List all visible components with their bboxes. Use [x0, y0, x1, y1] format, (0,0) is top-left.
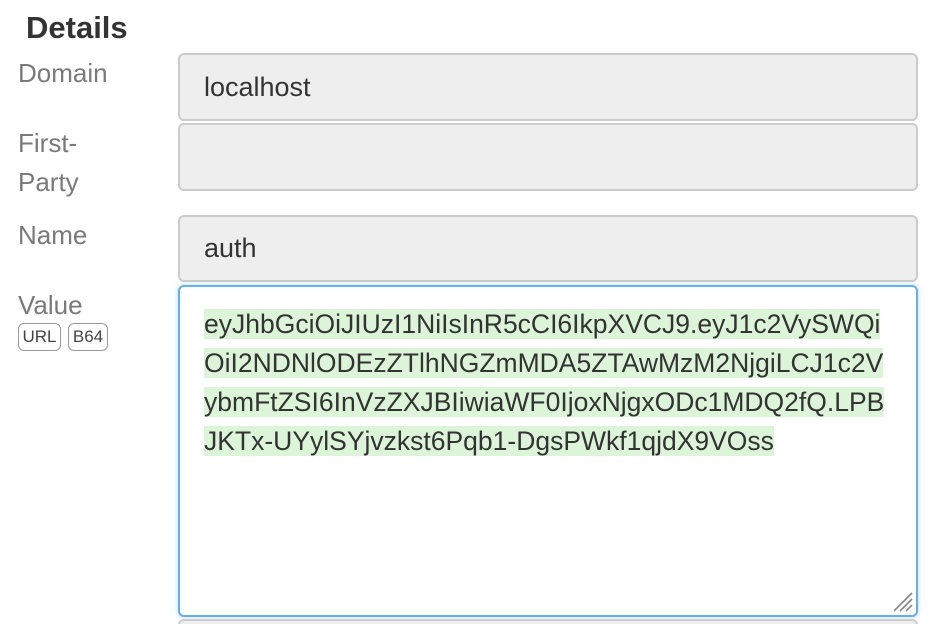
cookie-details-panel: Details Domain localhost First- Party Na… — [0, 0, 942, 624]
value-text: eyJhbGciOiJIUzI1NiIsInR5cCI6IkpXVCJ9.eyJ… — [204, 305, 892, 461]
first-party-label-line2: Party — [18, 167, 79, 197]
resize-grip-icon[interactable] — [888, 587, 914, 613]
value-label: Value — [18, 290, 83, 320]
name-field[interactable]: auth — [178, 215, 918, 282]
domain-field[interactable]: localhost — [178, 53, 918, 121]
domain-value: localhost — [204, 71, 311, 102]
details-heading: Details — [26, 10, 128, 45]
next-field[interactable] — [178, 619, 918, 624]
value-textarea[interactable]: eyJhbGciOiJIUzI1NiIsInR5cCI6IkpXVCJ9.eyJ… — [178, 285, 918, 617]
base64-decode-button[interactable]: B64 — [68, 323, 108, 351]
first-party-label: First- Party — [18, 124, 79, 202]
url-decode-button[interactable]: URL — [18, 323, 61, 351]
domain-label: Domain — [18, 58, 108, 88]
name-value: auth — [204, 233, 257, 263]
value-highlight: eyJhbGciOiJIUzI1NiIsInR5cCI6IkpXVCJ9.eyJ… — [204, 309, 885, 456]
name-label: Name — [18, 220, 88, 250]
first-party-label-line1: First- — [18, 128, 78, 158]
first-party-field[interactable] — [178, 123, 918, 191]
